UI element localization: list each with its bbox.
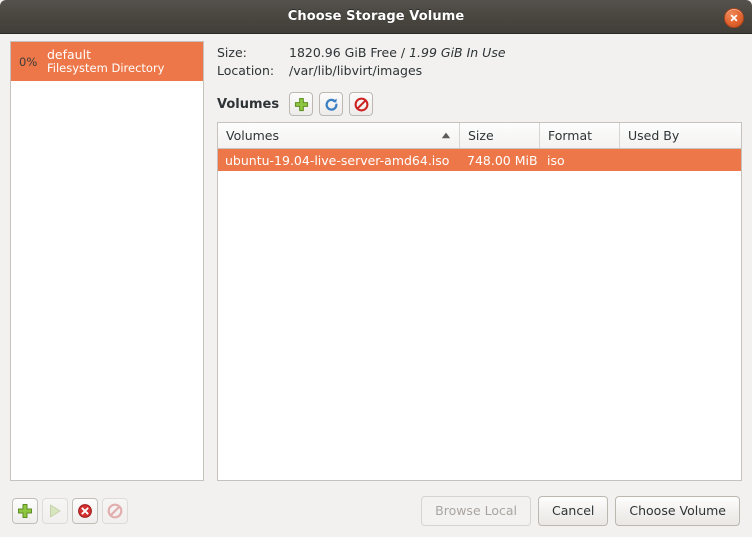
delete-icon (107, 503, 123, 519)
volumes-table-header: Volumes Size Format Used By (218, 123, 741, 149)
browse-local-button[interactable]: Browse Local (421, 495, 532, 526)
titlebar: Choose Storage Volume (0, 0, 752, 34)
choose-storage-volume-dialog: Choose Storage Volume 0% default Filesys… (0, 0, 752, 537)
dialog-footer: Browse Local Cancel Choose Volume (0, 483, 752, 537)
dialog-action-buttons: Browse Local Cancel Choose Volume (421, 495, 740, 526)
column-header-format[interactable]: Format (540, 123, 620, 148)
stop-x-icon (77, 503, 93, 519)
add-pool-button[interactable] (12, 497, 38, 524)
column-header-used-by-label: Used By (628, 128, 680, 143)
column-header-volumes[interactable]: Volumes (218, 123, 460, 148)
volumes-table: Volumes Size Format Used By ubuntu-19.04… (217, 122, 742, 481)
delete-pool-button (102, 497, 128, 524)
pool-toolbar (12, 497, 128, 524)
start-pool-button (42, 497, 68, 524)
volumes-table-body: ubuntu-19.04-live-server-amd64.iso 748.0… (218, 149, 741, 480)
plus-icon (17, 503, 33, 519)
close-icon[interactable] (724, 8, 744, 28)
choose-volume-button[interactable]: Choose Volume (615, 495, 740, 526)
cell-volume-name: ubuntu-19.04-live-server-amd64.iso (225, 152, 450, 168)
location-label: Location: (217, 63, 275, 78)
pool-details-pane: Size: 1820.96 GiB Free / 1.99 GiB In Use… (217, 41, 742, 481)
cell-volume-size: 748.00 MiB (467, 152, 538, 168)
column-header-used-by[interactable]: Used By (620, 123, 741, 148)
plus-icon (294, 97, 309, 112)
volumes-label: Volumes (217, 96, 280, 112)
stop-pool-button[interactable] (72, 497, 98, 524)
location-value: /var/lib/libvirt/images (289, 63, 423, 78)
size-value: 1820.96 GiB Free / 1.99 GiB In Use (289, 45, 742, 60)
column-header-size-label: Size (468, 128, 494, 143)
dialog-body: 0% default Filesystem Directory Size: 18… (0, 34, 752, 537)
pool-usage-percent: 0% (19, 54, 38, 69)
cancel-button[interactable]: Cancel (538, 495, 609, 526)
size-label: Size: (217, 45, 247, 60)
pool-type: Filesystem Directory (47, 61, 165, 75)
refresh-volumes-button[interactable] (319, 92, 344, 116)
cell-volume-format: iso (547, 152, 565, 168)
column-header-volumes-label: Volumes (226, 128, 280, 143)
pool-text-group: default Filesystem Directory (47, 48, 164, 75)
pool-name: default (47, 48, 91, 63)
size-inuse-text: 1.99 GiB In Use (409, 45, 506, 60)
storage-pool-list[interactable]: 0% default Filesystem Directory (10, 41, 204, 481)
panes: 0% default Filesystem Directory Size: 18… (10, 41, 742, 481)
pool-list-item-default[interactable]: 0% default Filesystem Directory (11, 42, 203, 81)
play-icon (47, 503, 63, 519)
delete-icon (354, 97, 369, 112)
refresh-icon (324, 97, 339, 112)
window-title: Choose Storage Volume (287, 9, 465, 24)
add-volume-button[interactable] (289, 92, 314, 116)
size-free-text: 1820.96 GiB Free / (289, 45, 406, 60)
table-row[interactable]: ubuntu-19.04-live-server-amd64.iso 748.0… (218, 149, 741, 171)
sort-ascending-icon (435, 132, 451, 139)
volumes-toolbar: Volumes (217, 92, 742, 116)
column-header-size[interactable]: Size (460, 123, 540, 148)
pool-info-grid: Size: 1820.96 GiB Free / 1.99 GiB In Use… (217, 45, 742, 78)
delete-volume-button[interactable] (349, 92, 374, 116)
column-header-format-label: Format (548, 128, 593, 143)
